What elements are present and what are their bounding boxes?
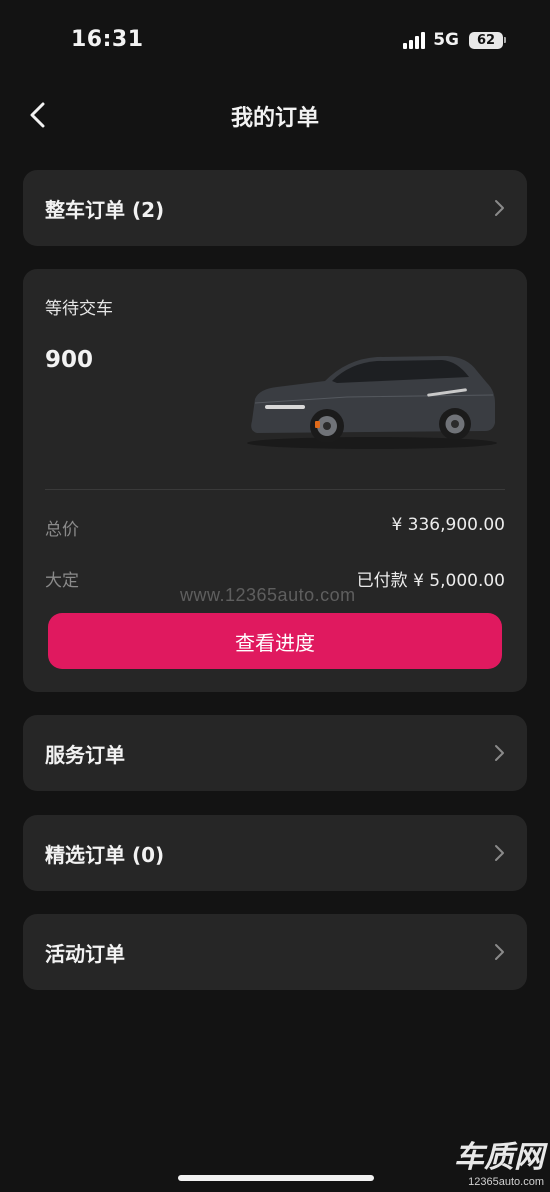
service-orders-row[interactable]: 服务订单 xyxy=(23,715,527,791)
deposit-label: 大定 xyxy=(45,571,79,591)
signal-icon xyxy=(403,31,426,49)
chevron-right-icon xyxy=(495,745,504,761)
divider xyxy=(45,489,505,490)
view-progress-button[interactable]: 查看进度 xyxy=(48,613,502,669)
total-price-value: ¥ 336,900.00 xyxy=(391,515,505,535)
battery-level: 62 xyxy=(469,31,503,49)
vehicle-orders-label: 整车订单 (2) xyxy=(45,198,165,222)
selected-orders-row[interactable]: 精选订单 (0) xyxy=(23,815,527,891)
nav-bar: 我的订单 xyxy=(0,90,550,140)
chevron-right-icon xyxy=(495,944,504,960)
watermark: www.12365auto.com xyxy=(180,585,356,605)
chevron-right-icon xyxy=(495,200,504,216)
logo-text: 车质网 xyxy=(454,1140,544,1175)
order-status: 等待交车 xyxy=(45,299,113,319)
deposit-value: 已付款 ¥ 5,000.00 xyxy=(356,571,505,591)
page-title: 我的订单 xyxy=(230,106,319,131)
car-model: 900 xyxy=(45,347,94,373)
logo-subtext: 12365auto.com xyxy=(468,1176,544,1188)
status-bar: 16:31 5G 62 xyxy=(0,0,550,80)
car-image xyxy=(247,356,497,449)
service-orders-label: 服务订单 xyxy=(45,743,125,767)
battery-icon: 62 xyxy=(469,31,506,49)
status-time: 16:31 xyxy=(71,27,144,52)
site-logo: 车质网 12365auto.com xyxy=(454,1132,544,1188)
total-price-label: 总价 xyxy=(45,520,79,540)
status-icons: 5G 62 xyxy=(403,30,506,50)
chevron-right-icon xyxy=(495,845,504,861)
activity-orders-label: 活动订单 xyxy=(45,942,125,966)
activity-orders-row[interactable]: 活动订单 xyxy=(23,914,527,990)
home-indicator[interactable] xyxy=(178,1175,374,1181)
order-card: 等待交车 900 总价 ¥ 336,900.00 大定 已付款 ¥ 5,000.… xyxy=(23,269,527,692)
vehicle-orders-row[interactable]: 整车订单 (2) xyxy=(23,170,527,246)
network-type: 5G xyxy=(433,30,459,50)
selected-orders-label: 精选订单 (0) xyxy=(45,843,165,867)
